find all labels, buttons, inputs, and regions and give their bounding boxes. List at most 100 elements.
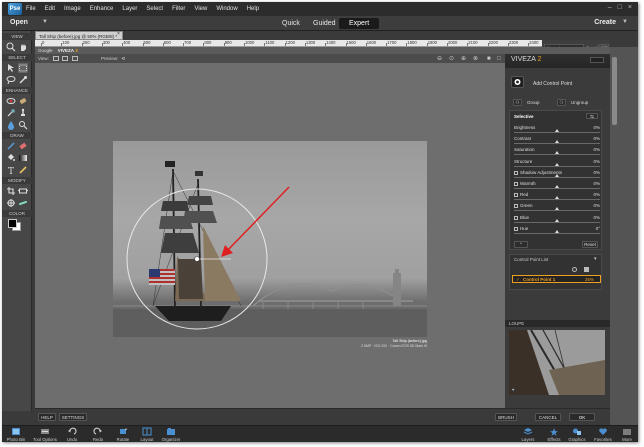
lasso-tool-icon[interactable] <box>6 75 16 85</box>
slider-collapse-button[interactable]: ⌃ <box>514 241 528 248</box>
close-icon[interactable]: × <box>628 4 632 11</box>
add-control-point-label[interactable]: Add Control Point <box>533 81 572 87</box>
hand-tool-icon[interactable] <box>18 42 28 52</box>
slider-track[interactable] <box>514 154 600 156</box>
pencil-tool-icon[interactable] <box>18 165 28 175</box>
healing-brush-tool-icon[interactable] <box>18 96 28 106</box>
open-button[interactable]: Open <box>10 19 28 26</box>
slider-track[interactable] <box>514 176 600 178</box>
slider-handle[interactable] <box>555 173 559 177</box>
taskbar-redo-button[interactable]: Redo <box>84 427 112 442</box>
single-view-icon[interactable] <box>53 56 60 62</box>
slider-warmth[interactable]: Warmth 0% <box>514 181 602 191</box>
reset-button[interactable]: Reset <box>582 241 598 248</box>
slider-handle[interactable] <box>555 218 559 222</box>
menu-view[interactable]: View <box>194 6 207 12</box>
eraser-tool-icon[interactable] <box>18 141 28 151</box>
ok-button[interactable]: OK <box>569 413 595 421</box>
cancel-button[interactable]: CANCEL <box>535 413 561 421</box>
blur-tool-icon[interactable] <box>6 120 16 130</box>
move-tool-icon[interactable] <box>6 63 16 73</box>
slider-enable-checkbox[interactable] <box>514 193 518 198</box>
slider-handle[interactable] <box>555 140 559 144</box>
sidebar-menu-icon[interactable] <box>590 57 604 63</box>
loupe-pin-icon[interactable]: ⌖ <box>511 387 516 392</box>
ungroup-icon[interactable]: ⚆ <box>557 99 566 106</box>
quick-selection-tool-icon[interactable] <box>18 75 28 85</box>
slider-red[interactable]: Red 0% <box>514 192 602 202</box>
brush-tool-icon[interactable] <box>6 141 16 151</box>
smart-brush-tool-icon[interactable] <box>6 108 16 118</box>
create-dropdown-icon[interactable]: ▼ <box>622 19 628 25</box>
slider-handle[interactable] <box>555 185 559 188</box>
slider-track[interactable] <box>514 132 600 133</box>
taskbar-layers-button[interactable]: Layers <box>514 427 542 442</box>
taskbar-undo-button[interactable]: Undo <box>58 427 86 442</box>
slider-shadow-adjustments[interactable]: Shadow Adjustments 0% <box>514 170 602 180</box>
settings-button[interactable]: SETTINGS <box>59 413 87 421</box>
slider-enable-checkbox[interactable] <box>514 182 518 186</box>
add-control-point-button[interactable] <box>511 76 524 88</box>
group-button[interactable]: Group <box>527 100 540 105</box>
marquee-tool-icon[interactable] <box>18 63 28 73</box>
slider-structure[interactable]: Structure 0% <box>514 159 602 169</box>
slider-blue[interactable]: Blue 0% <box>514 215 602 225</box>
slider-contrast[interactable]: Contrast 0% <box>514 136 602 146</box>
tab-expert[interactable]: Expert <box>339 18 380 29</box>
slider-enable-checkbox[interactable] <box>514 226 518 231</box>
document-close-icon[interactable]: × <box>117 31 120 37</box>
clone-stamp-tool-icon[interactable] <box>18 108 28 118</box>
slider-handle[interactable] <box>555 151 559 155</box>
recompose-tool-icon[interactable] <box>18 186 28 196</box>
straighten-tool-icon[interactable] <box>18 198 28 208</box>
control-point-row[interactable]: ✓ Control Point 1 25% <box>512 275 601 283</box>
slider-track[interactable] <box>514 188 600 189</box>
foreground-color-swatch[interactable] <box>8 219 17 228</box>
side-by-side-view-icon[interactable] <box>71 56 78 62</box>
taskbar-tool-options-button[interactable]: Tool Options <box>31 427 59 442</box>
slider-track[interactable] <box>514 165 600 167</box>
loupe-header[interactable]: LOUPE <box>505 320 610 327</box>
show-control-point-icon[interactable] <box>572 267 577 272</box>
gradient-tool-icon[interactable] <box>18 153 28 163</box>
type-tool-icon[interactable]: T <box>6 165 16 175</box>
zoom-tool-icon[interactable] <box>6 42 16 52</box>
menu-help[interactable]: Help <box>247 6 259 12</box>
slider-track[interactable] <box>514 221 600 223</box>
taskbar-organizer-button[interactable]: Organizer <box>157 427 185 442</box>
slider-handle[interactable] <box>555 129 559 132</box>
menu-image[interactable]: Image <box>64 6 81 12</box>
menu-enhance[interactable]: Enhance <box>90 6 114 12</box>
open-dropdown-icon[interactable]: ▼ <box>42 19 48 25</box>
slider-enable-checkbox[interactable] <box>514 215 518 220</box>
crop-tool-icon[interactable] <box>6 186 16 196</box>
slider-handle[interactable] <box>555 229 559 233</box>
slider-hue[interactable]: Hue 0° <box>514 226 602 236</box>
ship-photo[interactable] <box>113 141 427 337</box>
menu-window[interactable]: Window <box>216 6 237 12</box>
delete-control-point-icon[interactable] <box>584 267 589 272</box>
minimize-icon[interactable]: – <box>608 4 612 11</box>
checked-icon[interactable]: ✓ <box>516 277 520 283</box>
slider-brightness[interactable]: Brightness 0% <box>514 125 602 135</box>
content-aware-move-tool-icon[interactable] <box>6 198 16 208</box>
slider-track[interactable] <box>514 232 600 234</box>
menu-edit[interactable]: Edit <box>45 6 55 12</box>
slider-track[interactable] <box>514 143 600 145</box>
slider-enable-checkbox[interactable] <box>514 204 518 209</box>
brush-button[interactable]: BRUSH <box>495 413 517 421</box>
taskbar-photo-bin-button[interactable]: Photo Bin <box>2 427 30 442</box>
slider-handle[interactable] <box>555 207 559 211</box>
vertical-scrollbar[interactable] <box>612 57 617 125</box>
slider-track[interactable] <box>514 199 600 201</box>
slider-handle[interactable] <box>555 196 559 200</box>
red-eye-tool-icon[interactable] <box>6 96 16 106</box>
sponge-tool-icon[interactable] <box>18 120 28 130</box>
selective-expand-icon[interactable]: ⇆ <box>586 113 598 119</box>
menu-file[interactable]: File <box>26 6 36 12</box>
create-button[interactable]: Create <box>594 19 616 26</box>
menu-filter[interactable]: Filter <box>172 6 185 12</box>
slider-green[interactable]: Green 0% <box>514 203 602 213</box>
control-point-list-toggle-icon[interactable]: ▾ <box>594 256 597 262</box>
maximize-icon[interactable]: □ <box>618 4 622 11</box>
